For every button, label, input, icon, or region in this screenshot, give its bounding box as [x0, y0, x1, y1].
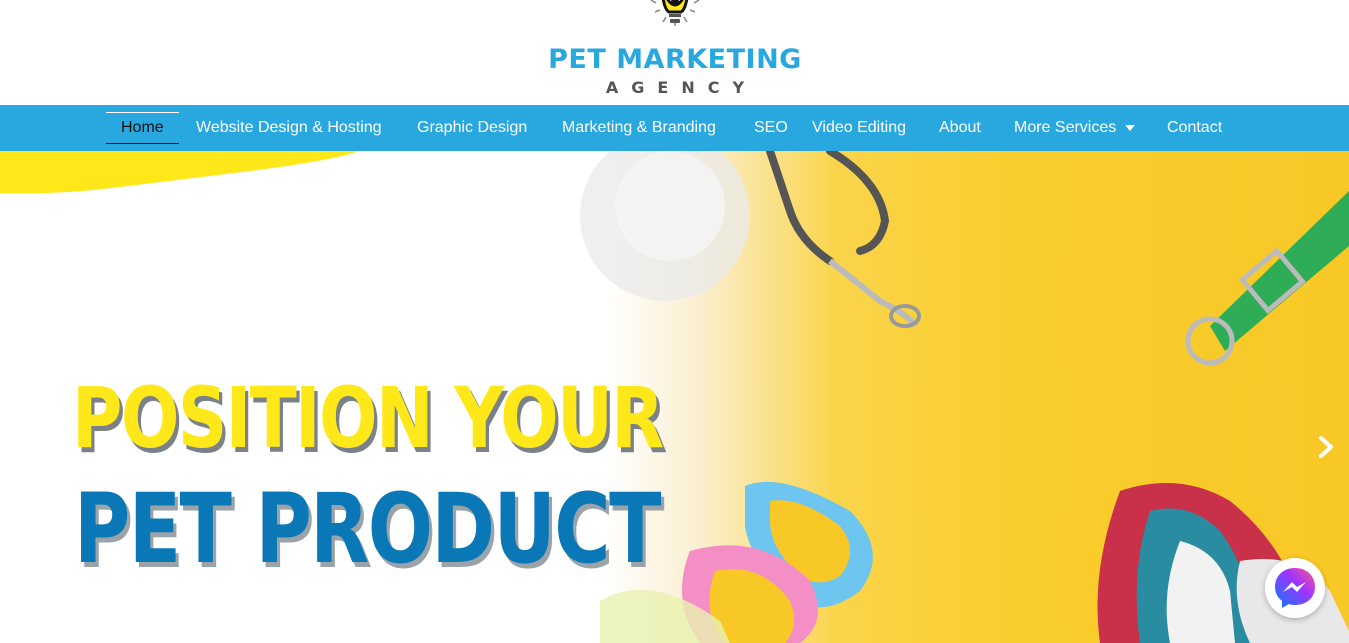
logo-title: PET MARKETING — [548, 44, 802, 75]
hero-headline-line2: PET PRODUCT — [74, 473, 661, 585]
nav-contact[interactable]: Contact — [1167, 105, 1222, 151]
hero-slider: POSITION YOUR PET PRODUCT — [0, 151, 1349, 643]
caret-down-icon — [1125, 124, 1136, 131]
messenger-chat-button[interactable] — [1265, 558, 1325, 618]
nav-more-services[interactable]: More Services — [1014, 105, 1136, 151]
site-logo[interactable]: PET MARKETING AGENCY — [540, 0, 810, 100]
nav-about[interactable]: About — [939, 105, 981, 151]
main-nav: Home Website Design & Hosting Graphic De… — [0, 105, 1349, 151]
nav-home[interactable]: Home — [106, 105, 179, 151]
site-header: PET MARKETING AGENCY — [0, 0, 1349, 105]
nav-more-services-label: More Services — [1014, 119, 1117, 136]
nav-seo[interactable]: SEO — [754, 105, 788, 151]
nav-video-editing[interactable]: Video Editing — [812, 105, 906, 151]
lightbulb-icon — [650, 0, 700, 26]
nav-website-design-hosting[interactable]: Website Design & Hosting — [196, 105, 382, 151]
hero-headline-line1: POSITION YOUR — [72, 369, 664, 467]
nav-graphic-design[interactable]: Graphic Design — [417, 105, 527, 151]
logo-subtitle: AGENCY — [605, 78, 758, 97]
chevron-right-icon[interactable] — [1315, 434, 1337, 460]
nav-marketing-branding[interactable]: Marketing & Branding — [562, 105, 716, 151]
messenger-icon — [1275, 568, 1315, 608]
